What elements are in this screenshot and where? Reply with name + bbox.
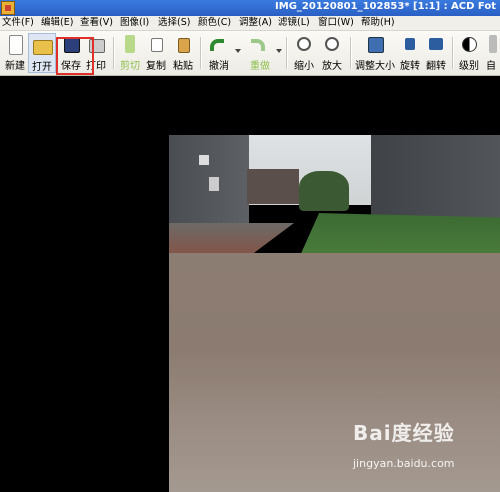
redo-icon: [251, 39, 265, 51]
undo-button[interactable]: 撤消: [206, 33, 232, 73]
undo-dropdown-icon[interactable]: [235, 49, 241, 53]
rotate-button[interactable]: 旋转: [399, 33, 421, 73]
flip-label: 翻转: [426, 61, 446, 72]
copy-button[interactable]: 复制: [145, 33, 167, 73]
copy-icon: [151, 38, 163, 52]
menu-select[interactable]: 选择(S): [158, 16, 190, 30]
open-button[interactable]: 打开: [28, 33, 56, 73]
photo-trees: [299, 171, 349, 211]
menu-color[interactable]: 颜色(C): [198, 16, 231, 30]
new-button[interactable]: 新建: [3, 33, 27, 73]
paste-icon: [178, 38, 190, 53]
menu-edit[interactable]: 编辑(E): [41, 16, 73, 30]
zoom-in-label: 放大: [322, 61, 342, 72]
levels-button[interactable]: 级别: [457, 33, 481, 73]
paste-button[interactable]: 粘贴: [172, 33, 194, 73]
redo-dropdown-icon[interactable]: [276, 49, 282, 53]
menu-adjust[interactable]: 调整(A): [239, 16, 272, 30]
photo-distant-house: [247, 169, 299, 204]
resize-icon: [368, 37, 384, 53]
new-file-icon: [9, 35, 23, 55]
zoom-in-button[interactable]: 放大: [320, 33, 344, 73]
menu-view[interactable]: 查看(V): [80, 16, 113, 30]
paste-label: 粘贴: [173, 61, 193, 72]
menu-bar: 文件(F) 编辑(E) 查看(V) 图像(I) 选择(S) 颜色(C) 调整(A…: [0, 16, 500, 31]
photo-grass: [299, 213, 500, 258]
watermark-url: jingyan.baidu.com: [353, 457, 455, 470]
photo-right-building: [371, 135, 500, 223]
copy-label: 复制: [146, 61, 166, 72]
redo-label: 重做: [250, 61, 270, 72]
menu-filter[interactable]: 滤镜(L): [278, 16, 310, 30]
auto-icon: [489, 35, 497, 53]
ac-unit-icon: [209, 177, 219, 191]
window-title: IMG_20120801_102853* [1:1] : ACD Fot: [275, 1, 496, 12]
levels-icon: [462, 37, 477, 52]
undo-icon: [210, 39, 224, 51]
open-folder-icon: [33, 40, 53, 55]
save-highlight-box: [56, 37, 94, 75]
zoom-out-icon: [297, 37, 311, 51]
levels-label: 级别: [459, 61, 479, 72]
menu-file[interactable]: 文件(F): [2, 16, 34, 30]
resize-button[interactable]: 调整大小: [355, 33, 395, 73]
menu-help[interactable]: 帮助(H): [361, 16, 395, 30]
menu-window[interactable]: 窗口(W): [318, 16, 354, 30]
zoom-out-button[interactable]: 缩小: [292, 33, 316, 73]
undo-label: 撤消: [209, 61, 229, 72]
zoom-in-icon: [325, 37, 339, 51]
auto-button[interactable]: 自: [486, 33, 500, 73]
menu-image[interactable]: 图像(I): [120, 16, 149, 30]
watermark-logo: Bai度经验: [353, 421, 455, 445]
resize-label: 调整大小: [355, 61, 395, 72]
flip-icon: [429, 38, 443, 50]
flip-button[interactable]: 翻转: [425, 33, 447, 73]
rotate-icon: [405, 38, 415, 50]
cut-icon: [125, 35, 135, 53]
redo-button[interactable]: 重做: [247, 33, 273, 73]
cut-button[interactable]: 剪切: [119, 33, 141, 73]
ac-unit-icon: [199, 155, 209, 165]
auto-label: 自: [486, 61, 496, 72]
title-bar: IMG_20120801_102853* [1:1] : ACD Fot: [0, 0, 500, 16]
